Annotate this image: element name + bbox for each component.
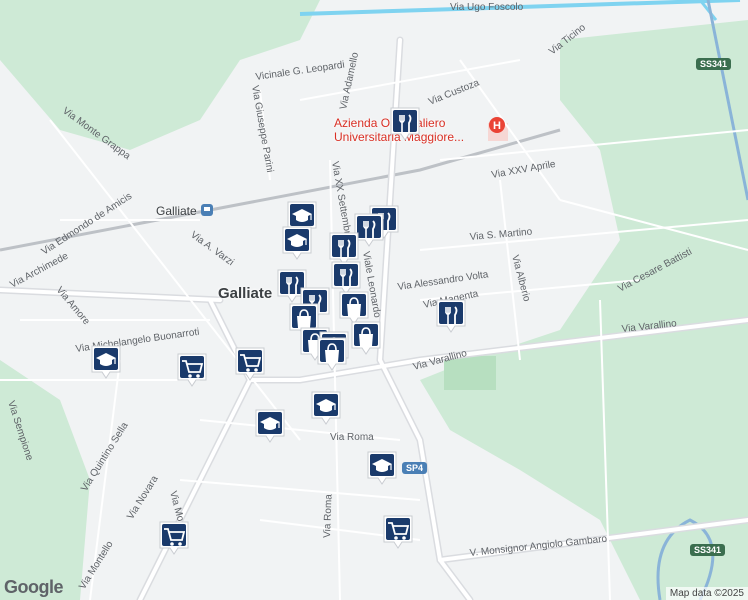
map-marker-store[interactable] [350,320,382,356]
street-label: Via XX Settembre [329,161,354,241]
road-shield: SS341 [690,544,726,556]
svg-text:H: H [493,120,501,132]
cutlery-icon [390,107,420,141]
map-marker-restaurant[interactable] [389,106,421,142]
google-logo: Google [4,577,64,597]
map[interactable]: Via Ugo Foscolo Via Ticino Vicinale G. L… [0,0,748,600]
graduation-cap-icon [255,409,285,443]
shopping-cart-icon [177,353,207,387]
shopping-bag-icon [351,321,381,355]
station-poi[interactable]: Galliate [156,204,197,218]
map-marker-store[interactable] [316,336,348,372]
street-label: Via Roma [330,432,374,443]
street-label: Via XXV Aprile [491,159,557,181]
road-shield: SS341 [696,58,732,70]
map-base: Via Ugo Foscolo Via Ticino Vicinale G. L… [0,0,748,600]
train-station-icon [201,204,213,216]
street-label: Vicinale G. Leopardi [255,60,346,83]
cutlery-icon [436,299,466,333]
shopping-cart-icon [235,347,265,381]
map-marker-school[interactable] [254,408,286,444]
street-label: Via Novara [125,474,161,522]
graduation-cap-icon [91,345,121,379]
map-marker-supermarket[interactable] [234,346,266,382]
map-marker-school[interactable] [90,344,122,380]
street-label: Via Giuseppe Parini [249,85,275,174]
map-marker-school[interactable] [366,450,398,486]
map-marker-restaurant[interactable] [435,298,467,334]
street-label: V. Monsignor Angiolo Gambaro [469,534,608,559]
map-marker-supermarket[interactable] [382,514,414,550]
map-attribution: Map data ©2025 [665,587,748,600]
map-marker-supermarket[interactable] [158,520,190,556]
street-label: Via A. Varzi [188,230,236,269]
road-shield: SP4 [402,462,428,474]
shopping-cart-icon [159,521,189,555]
town-label: Galliate [218,285,273,302]
map-marker-supermarket[interactable] [176,352,208,388]
map-marker-school[interactable] [310,390,342,426]
street-label: Via Custoza [427,77,481,107]
graduation-cap-icon [367,451,397,485]
street-label: Via Mo [167,490,186,523]
shopping-cart-icon [383,515,413,549]
station-label: Galliate [156,204,197,218]
street-label: Via Ugo Foscolo [450,2,524,13]
shopping-bag-icon [317,337,347,371]
street-label: Via Roma [322,494,335,539]
graduation-cap-icon [311,391,341,425]
street-label: Via Edmondo de Amicis [40,191,134,258]
map-marker-school[interactable] [281,225,313,261]
hospital-icon: H [489,117,505,133]
graduation-cap-icon [282,226,312,260]
